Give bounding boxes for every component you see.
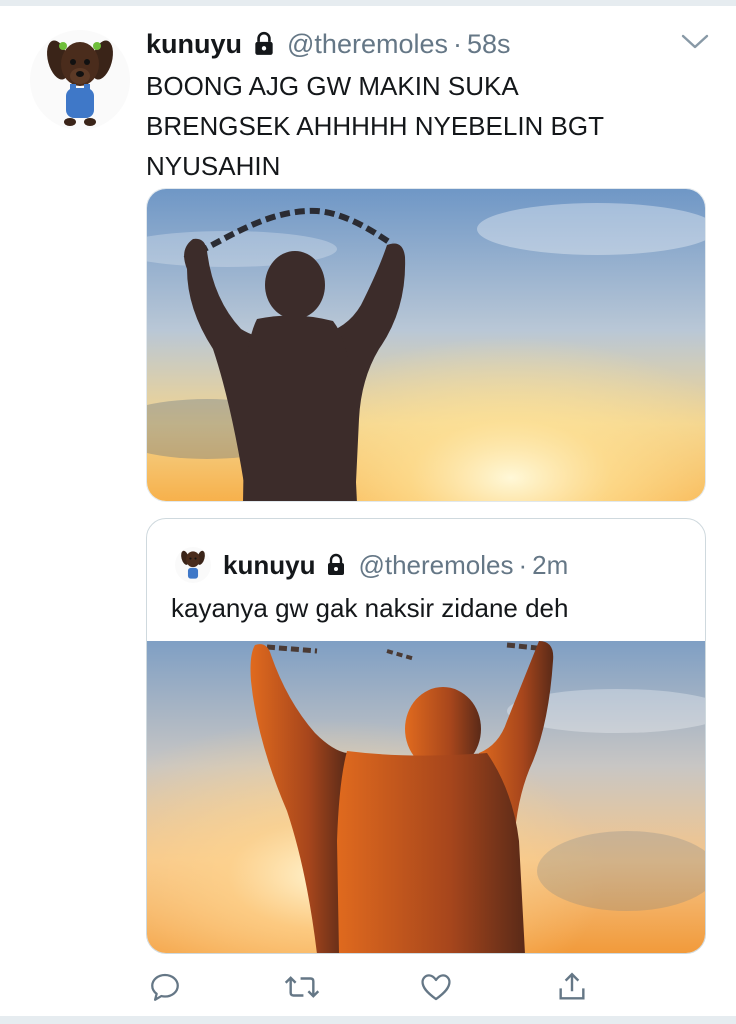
tweet-actions xyxy=(0,965,736,1011)
like-icon[interactable] xyxy=(416,965,456,1009)
separator-dot: · xyxy=(453,28,462,59)
chevron-down-icon[interactable] xyxy=(680,30,710,54)
quoted-timestamp: 2m xyxy=(532,549,569,580)
quoted-author-name: kunuyu xyxy=(223,549,316,580)
reply-icon[interactable] xyxy=(145,965,185,1009)
tweet-header: kunuyu @theremoles · 58s xyxy=(146,24,511,64)
quoted-text: kayanya gw gak naksir zidane deh xyxy=(171,593,569,623)
lock-icon xyxy=(251,31,277,57)
share-icon[interactable] xyxy=(552,965,592,1009)
tweet-image[interactable] xyxy=(146,188,706,502)
bottom-divider xyxy=(0,1016,736,1024)
retweet-icon[interactable] xyxy=(282,965,322,1009)
quoted-tweet[interactable]: kunuyu @theremoles · 2m kayanya gw gak n… xyxy=(146,518,706,954)
quoted-author-handle: @theremoles xyxy=(358,549,514,580)
separator-dot: · xyxy=(518,549,528,580)
quoted-image[interactable] xyxy=(147,641,705,953)
tweet-text: BOONG AJG GW MAKIN SUKA BRENGSEK AHHHHH … xyxy=(146,71,604,181)
author-handle[interactable]: @theremoles xyxy=(287,29,448,60)
top-divider xyxy=(0,0,736,6)
author-name[interactable]: kunuyu xyxy=(146,29,242,60)
quoted-avatar xyxy=(175,547,211,583)
quoted-header: kunuyu @theremoles · 2m xyxy=(175,545,568,585)
timestamp[interactable]: 58s xyxy=(467,29,511,60)
avatar[interactable] xyxy=(30,30,130,130)
lock-icon xyxy=(324,553,348,577)
